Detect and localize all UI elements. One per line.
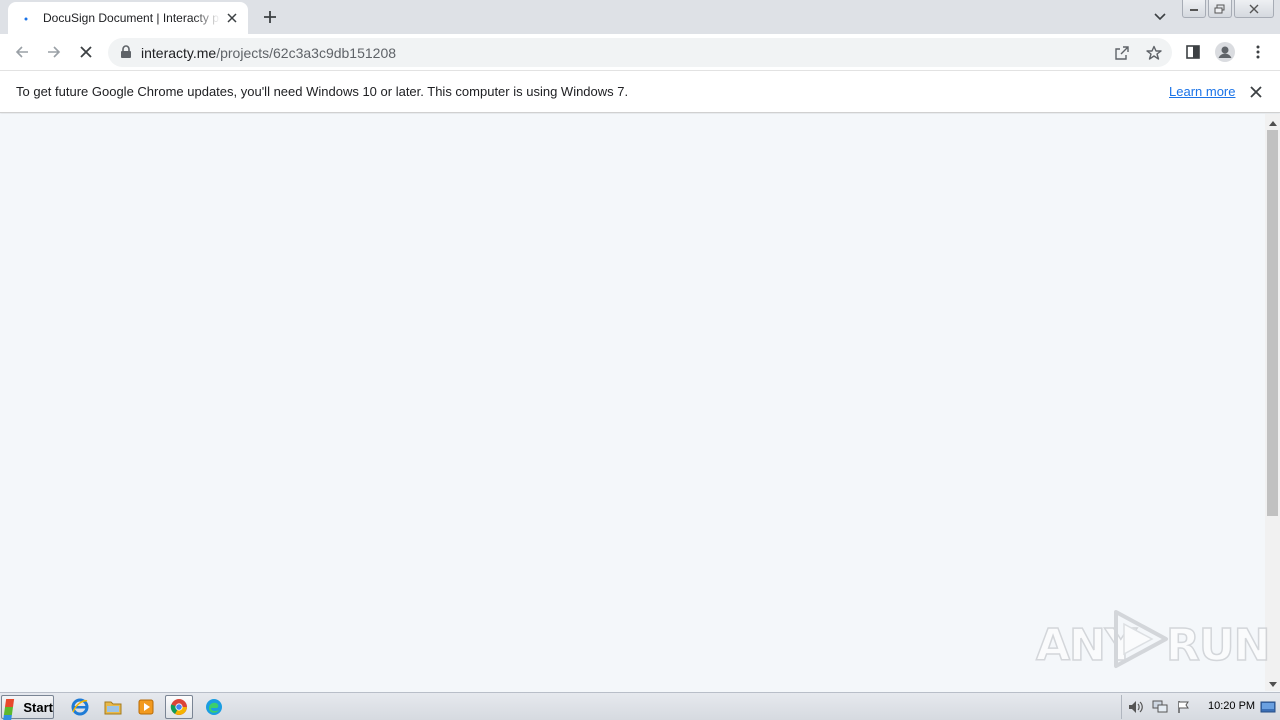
infobar-close-icon[interactable] bbox=[1247, 83, 1265, 101]
back-icon[interactable] bbox=[10, 40, 34, 64]
stop-icon[interactable] bbox=[74, 40, 98, 64]
forward-icon[interactable] bbox=[42, 40, 66, 64]
side-panel-icon[interactable] bbox=[1181, 40, 1205, 64]
browser-toolbar: interacty.me/projects/62c3a3c9db151208 bbox=[0, 34, 1280, 71]
watermark-text-right: RUN bbox=[1165, 619, 1271, 672]
tab-close-icon[interactable] bbox=[224, 10, 240, 26]
loading-dot-icon bbox=[20, 10, 36, 26]
action-center-flag-icon[interactable] bbox=[1176, 699, 1192, 715]
share-icon[interactable] bbox=[1112, 43, 1132, 63]
restore-icon[interactable] bbox=[1208, 0, 1232, 18]
url-path: /projects/62c3a3c9db151208 bbox=[216, 45, 397, 61]
tab-title: DocuSign Document | Interacty project bbox=[43, 11, 220, 25]
scroll-up-arrow-icon[interactable] bbox=[1265, 116, 1280, 130]
start-label: Start bbox=[23, 699, 53, 715]
plus-icon[interactable] bbox=[258, 5, 282, 29]
chrome-icon[interactable] bbox=[165, 695, 193, 719]
taskbar-clock[interactable]: 10:20 PM bbox=[1208, 700, 1255, 712]
media-player-icon[interactable] bbox=[132, 695, 160, 719]
play-triangle-icon bbox=[1114, 610, 1168, 668]
windows-logo-icon bbox=[2, 699, 22, 720]
infobar-message: To get future Google Chrome updates, you… bbox=[16, 84, 629, 99]
tab-strip: DocuSign Document | Interacty project bbox=[0, 0, 1280, 34]
windows-taskbar: Start 10:20 PM bbox=[0, 692, 1280, 720]
internet-explorer-icon[interactable] bbox=[66, 695, 94, 719]
address-bar[interactable]: interacty.me/projects/62c3a3c9db151208 bbox=[108, 38, 1172, 67]
window-controls bbox=[1182, 0, 1274, 18]
network-icon[interactable] bbox=[1152, 699, 1168, 715]
vertical-scrollbar[interactable] bbox=[1265, 114, 1280, 691]
show-desktop-icon[interactable] bbox=[1260, 699, 1276, 715]
learn-more-link[interactable]: Learn more bbox=[1169, 84, 1235, 99]
browser-tab[interactable]: DocuSign Document | Interacty project bbox=[8, 2, 248, 34]
edge-icon[interactable] bbox=[200, 695, 228, 719]
lock-icon[interactable] bbox=[120, 45, 134, 59]
window-close-icon[interactable] bbox=[1234, 0, 1274, 18]
anyrun-watermark: ANY RUN bbox=[1035, 606, 1271, 672]
bookmark-star-icon[interactable] bbox=[1144, 43, 1164, 63]
scroll-thumb[interactable] bbox=[1267, 130, 1278, 516]
menu-icon[interactable] bbox=[1246, 40, 1270, 64]
url-host: interacty.me bbox=[141, 45, 217, 61]
url-text: interacty.me/projects/62c3a3c9db151208 bbox=[141, 45, 396, 61]
minimize-icon[interactable] bbox=[1182, 0, 1206, 18]
profile-icon[interactable] bbox=[1213, 40, 1237, 64]
file-explorer-icon[interactable] bbox=[99, 695, 127, 719]
update-infobar: To get future Google Chrome updates, you… bbox=[0, 71, 1280, 113]
start-button[interactable]: Start bbox=[1, 695, 54, 720]
volume-icon[interactable] bbox=[1128, 699, 1144, 715]
system-tray: 10:20 PM bbox=[1121, 695, 1277, 719]
scroll-down-arrow-icon[interactable] bbox=[1265, 677, 1280, 691]
tab-search-chevron-icon[interactable] bbox=[1150, 7, 1170, 27]
page-content bbox=[0, 114, 1265, 691]
